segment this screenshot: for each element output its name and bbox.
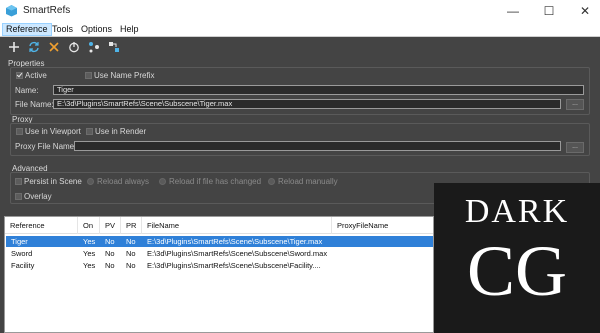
use-name-prefix-checkbox[interactable] — [85, 72, 92, 79]
list-header: Reference On PV PR FileName ProxyFileNam… — [5, 217, 433, 234]
column-proxyfilename[interactable]: ProxyFileName — [332, 217, 433, 234]
watermark-line1: DARK — [464, 193, 570, 230]
refresh-icon[interactable] — [26, 39, 42, 55]
power-icon[interactable] — [66, 39, 82, 55]
menu-bar: Reference Tools Options Help — [0, 22, 600, 37]
cell-on: Yes — [83, 249, 96, 258]
overlay-label: Overlay — [24, 192, 52, 201]
name-input[interactable]: Tiger — [53, 85, 584, 95]
minimize-button[interactable]: — — [498, 0, 528, 22]
proxy-file-label: Proxy File Name: — [15, 142, 77, 151]
reload-always-label: Reload always — [97, 177, 150, 186]
app-icon — [6, 5, 17, 17]
table-row[interactable]: Tiger Yes No No E:\3d\Plugins\SmartRefs\… — [6, 236, 433, 247]
reload-manually-radio[interactable] — [268, 178, 275, 185]
table-row[interactable]: Facility Yes No No E:\3d\Plugins\SmartRe… — [6, 260, 433, 271]
close-button[interactable]: ✕ — [570, 0, 600, 22]
table-row[interactable]: Sword Yes No No E:\3d\Plugins\SmartRefs\… — [6, 248, 433, 259]
reload-always-radio[interactable] — [87, 178, 94, 185]
column-pv[interactable]: PV — [100, 217, 121, 234]
watermark-line2: CG — [466, 231, 568, 311]
overlay-checkbox[interactable] — [15, 193, 22, 200]
use-name-prefix-label: Use Name Prefix — [94, 71, 155, 80]
cell-reference: Facility — [11, 261, 35, 270]
cell-reference: Sword — [11, 249, 33, 258]
reload-manually-label: Reload manually — [278, 177, 338, 186]
merge-icon[interactable] — [86, 39, 102, 55]
menu-tools[interactable]: Tools — [49, 23, 76, 36]
active-checkbox[interactable] — [16, 72, 23, 79]
filename-input[interactable]: E:\3d\Plugins\SmartRefs\Scene\Subscene\T… — [53, 99, 561, 109]
reload-if-changed-label: Reload if file has changed — [169, 177, 262, 186]
replace-icon[interactable] — [106, 39, 122, 55]
reload-if-changed-radio[interactable] — [159, 178, 166, 185]
cell-filename: E:\3d\Plugins\SmartRefs\Scene\Subscene\F… — [147, 261, 321, 270]
filename-browse-button[interactable]: ... — [566, 99, 584, 110]
column-on[interactable]: On — [78, 217, 100, 234]
cell-pr: No — [126, 261, 136, 270]
persist-in-scene-label: Persist in Scene — [24, 177, 82, 186]
column-filename[interactable]: FileName — [142, 217, 332, 234]
menu-reference[interactable]: Reference — [2, 23, 52, 36]
cell-on: Yes — [83, 237, 96, 246]
remove-icon[interactable] — [46, 39, 62, 55]
cell-pr: No — [126, 249, 136, 258]
cell-pv: No — [105, 261, 115, 270]
column-pr[interactable]: PR — [121, 217, 142, 234]
menu-options[interactable]: Options — [78, 23, 115, 36]
reference-list[interactable]: Reference On PV PR FileName ProxyFileNam… — [4, 216, 434, 333]
cell-filename: E:\3d\Plugins\SmartRefs\Scene\Subscene\S… — [147, 249, 328, 258]
cell-proxyfilename — [332, 248, 337, 259]
maximize-button[interactable]: ☐ — [534, 0, 564, 22]
proxy-file-input[interactable] — [74, 141, 561, 151]
name-label: Name: — [15, 86, 39, 95]
proxy-browse-button[interactable]: ... — [566, 142, 584, 153]
cell-proxyfilename — [332, 236, 337, 247]
cell-filename: E:\3d\Plugins\SmartRefs\Scene\Subscene\T… — [147, 237, 323, 246]
cell-reference: Tiger — [11, 237, 28, 246]
use-in-viewport-label: Use in Viewport — [25, 127, 81, 136]
title-bar: SmartRefs — ☐ ✕ — [0, 0, 600, 22]
menu-help[interactable]: Help — [117, 23, 142, 36]
active-label: Active — [25, 71, 47, 80]
use-in-render-checkbox[interactable] — [86, 128, 93, 135]
add-icon[interactable] — [6, 39, 22, 55]
cell-pv: No — [105, 237, 115, 246]
cell-pr: No — [126, 237, 136, 246]
use-in-viewport-checkbox[interactable] — [16, 128, 23, 135]
window-title: SmartRefs — [23, 5, 71, 16]
filename-label: File Name: — [15, 100, 54, 109]
cell-proxyfilename — [332, 260, 337, 271]
toolbar — [0, 37, 600, 57]
use-in-render-label: Use in Render — [95, 127, 147, 136]
watermark: DARK CG — [434, 183, 600, 333]
cell-pv: No — [105, 249, 115, 258]
column-reference[interactable]: Reference — [5, 217, 78, 234]
persist-in-scene-checkbox[interactable] — [15, 178, 22, 185]
cell-on: Yes — [83, 261, 96, 270]
